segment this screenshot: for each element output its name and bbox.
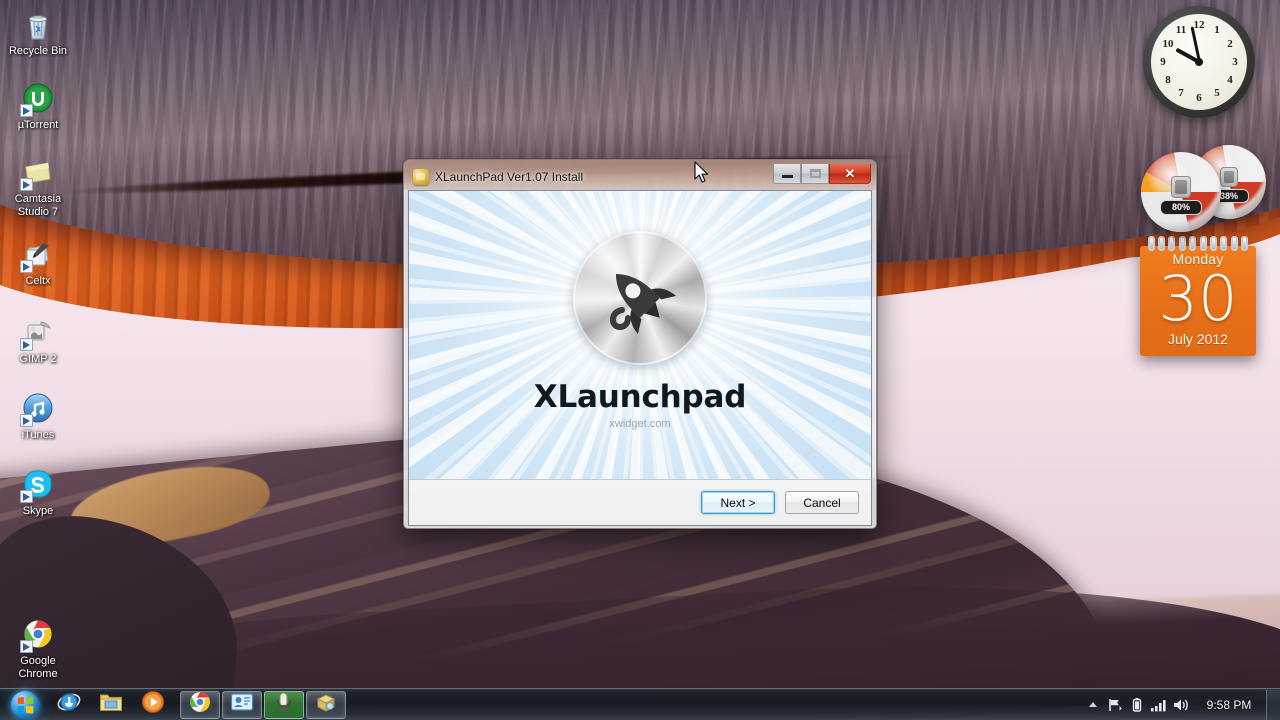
taskbar-clock[interactable]: 9:58 PM [1192,698,1266,712]
minimize-button[interactable] [773,164,801,184]
cpu-gauge-widget[interactable]: 80% [1141,152,1221,232]
clock-numeral: 9 [1160,56,1166,68]
desktop[interactable]: Recycle Bin µTorrent Camtasia Studio 7 C… [0,0,1280,720]
taskbar-media-player[interactable] [133,691,173,719]
cpu-chip-icon [1171,176,1191,198]
clock-numeral: 7 [1178,87,1184,99]
clock-numeral: 8 [1165,74,1171,86]
camtasia-icon [20,156,55,191]
show-hidden-icons-button[interactable] [1082,690,1104,720]
network-signal-icon[interactable] [1148,690,1170,720]
action-center-flag-icon[interactable] [1104,690,1126,720]
battery-icon[interactable] [1126,690,1148,720]
cancel-button[interactable]: Cancel [785,491,859,514]
folder-icon [99,691,123,718]
chrome-icon [188,690,212,719]
app-subtitle: xwidget.com [609,417,671,430]
window-client-area: XLaunchpad xwidget.com Next > Cancel [408,190,872,526]
rocket-glyph [609,273,677,334]
close-button[interactable]: ✕ [829,164,871,184]
clock-numeral: 5 [1214,87,1220,99]
desktop-icon-utorrent[interactable]: µTorrent [0,82,76,132]
clock-center-pin [1195,58,1203,66]
taskbar-windows-explorer[interactable] [91,691,131,719]
window-title: XLaunchPad Ver1.07 Install [435,170,584,184]
memory-module-icon [1220,167,1238,187]
analog-clock-widget[interactable]: 12 1 2 3 4 5 6 7 8 9 10 11 [1143,6,1255,118]
calendar-day-number: 30 [1158,262,1238,335]
camtasia-recorder-icon [273,691,295,718]
system-tray[interactable]: 9:58 PM [1082,689,1280,720]
internet-explorer-icon [57,690,81,719]
calendar-spiral-rings [1140,236,1256,251]
maximize-button[interactable] [801,164,829,184]
setup-package-icon [315,692,337,717]
taskbar-camtasia-recorder[interactable] [264,690,304,719]
window-title-bar[interactable]: XLaunchPad Ver1.07 Install ✕ [408,164,872,190]
calendar-month-year: July 2012 [1168,331,1228,347]
taskbar[interactable]: 9:58 PM [0,688,1280,720]
clock-numeral: 3 [1232,56,1238,68]
app-name: XLaunchpad [533,378,747,415]
celtx-icon [20,238,55,273]
media-player-icon [141,690,165,719]
desktop-icon-skype[interactable]: Skype [0,468,76,518]
taskbar-internet-explorer[interactable] [49,691,89,719]
recycle-bin-icon [21,8,55,42]
start-orb[interactable] [2,690,48,720]
gimp-icon [20,316,55,351]
taskbar-contacts-app[interactable] [222,690,262,719]
desktop-icon-label: Skype [22,505,54,517]
desktop-icon-itunes[interactable]: iTunes [0,392,76,442]
rocket-launchpad-icon [573,230,707,365]
desktop-icon-gimp-2[interactable]: GIMP 2 [0,316,76,366]
contact-card-icon [230,692,254,717]
itunes-icon [20,392,55,427]
clock-numeral: 2 [1227,38,1233,50]
installer-hero-panel: XLaunchpad xwidget.com [409,191,871,479]
calendar-widget[interactable]: Monday 30 July 2012 [1140,236,1256,356]
window-controls[interactable]: ✕ [773,164,871,184]
taskbar-xlaunchpad-setup[interactable] [306,690,346,719]
windows-logo-icon [11,690,39,719]
clock-numeral: 1 [1214,24,1220,36]
chrome-icon [20,618,55,653]
desktop-icon-celtx[interactable]: Celtx [0,238,76,288]
desktop-icon-label: Google Chrome [18,655,58,680]
desktop-icon-label: iTunes [21,429,55,441]
clock-numeral: 4 [1227,74,1233,86]
skype-icon [20,468,55,503]
show-desktop-button[interactable] [1266,689,1280,720]
desktop-icon-label: Celtx [25,275,51,287]
clock-numeral: 10 [1162,38,1174,50]
desktop-icon-google-chrome[interactable]: Google Chrome [0,618,76,680]
desktop-icon-recycle-bin[interactable]: Recycle Bin [0,8,76,58]
taskbar-google-chrome[interactable] [180,690,220,719]
setup-package-icon [413,169,429,185]
next-button[interactable]: Next > [701,491,775,514]
clock-face: 12 1 2 3 4 5 6 7 8 9 10 11 [1151,14,1247,110]
utorrent-icon [20,82,55,117]
desktop-icon-label: µTorrent [17,119,59,131]
clock-numeral: 11 [1175,24,1187,36]
clock-numeral: 6 [1196,92,1202,104]
cpu-gauge-value: 80% [1160,200,1202,215]
volume-icon[interactable] [1170,690,1192,720]
desktop-icon-label: Recycle Bin [8,45,68,57]
desktop-icon-label: GIMP 2 [19,353,57,365]
installer-button-bar: Next > Cancel [409,479,871,525]
desktop-icon-label: Camtasia Studio 7 [14,193,62,218]
desktop-icon-camtasia-studio-7[interactable]: Camtasia Studio 7 [0,156,76,218]
xlaunchpad-installer-window[interactable]: XLaunchPad Ver1.07 Install ✕ XLaunchpad … [403,159,877,529]
